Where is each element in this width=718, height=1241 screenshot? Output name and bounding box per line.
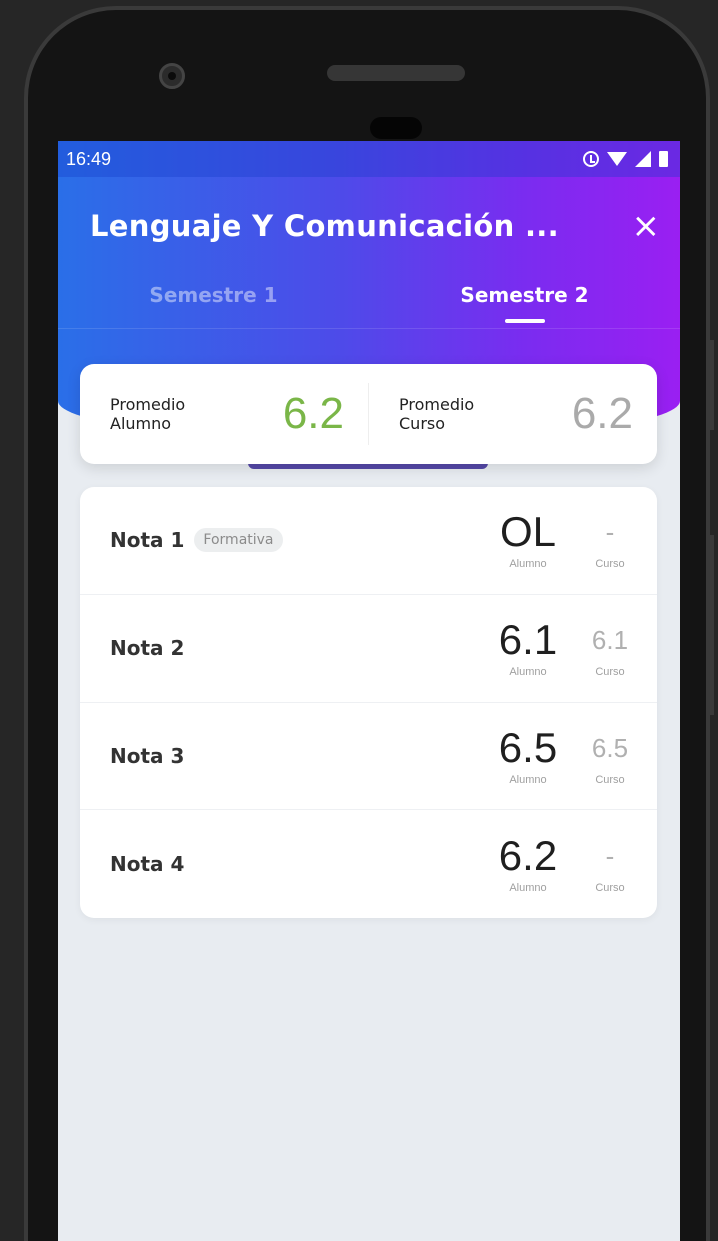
course-grade-value: 6.1 bbox=[591, 625, 629, 656]
grades-list: Nota 1 Formativa OL Alumno - Curso Nota … bbox=[80, 487, 657, 918]
volume-button bbox=[710, 340, 714, 430]
grade-row[interactable]: Nota 3 6.5 Alumno 6.5 Curso bbox=[80, 703, 657, 811]
course-grade: - Curso bbox=[585, 834, 635, 894]
grade-row[interactable]: Nota 1 Formativa OL Alumno - Curso bbox=[80, 487, 657, 595]
tabs-divider bbox=[58, 328, 680, 329]
label-line: Promedio bbox=[399, 395, 475, 414]
student-average-label: Promedio Alumno bbox=[110, 395, 185, 433]
student-average-value: 6.2 bbox=[282, 389, 344, 438]
earpiece-speaker bbox=[327, 65, 465, 81]
tab-label: Semestre 1 bbox=[149, 283, 278, 307]
grade-label: Nota 4 bbox=[110, 852, 185, 877]
grade-label: Nota 3 bbox=[110, 743, 185, 768]
status-bar: 16:49 bbox=[58, 141, 680, 177]
student-grade: 6.5 Alumno bbox=[483, 723, 573, 786]
tab-label: Semestre 2 bbox=[460, 283, 589, 307]
student-grade-caption: Alumno bbox=[509, 666, 547, 679]
course-grade: 6.5 Curso bbox=[585, 726, 635, 786]
grade-name: Nota 2 bbox=[110, 636, 184, 660]
label-line: Alumno bbox=[110, 414, 172, 433]
course-grade: - Curso bbox=[585, 510, 635, 570]
grade-name: Nota 4 bbox=[110, 852, 184, 876]
proximity-sensor bbox=[370, 117, 422, 139]
grade-row[interactable]: Nota 4 6.2 Alumno - Curso bbox=[80, 810, 657, 918]
label-line: Promedio bbox=[110, 395, 186, 414]
status-time: 16:49 bbox=[66, 148, 112, 169]
front-camera bbox=[159, 63, 185, 89]
grade-row[interactable]: Nota 2 6.1 Alumno 6.1 Curso bbox=[80, 595, 657, 703]
grade-name: Nota 3 bbox=[110, 744, 184, 768]
student-grade-caption: Alumno bbox=[509, 558, 547, 571]
header-bar: Lenguaje Y Comunicación ... × bbox=[90, 201, 660, 251]
course-average: Promedio Curso 6.2 bbox=[369, 364, 657, 464]
page-title: Lenguaje Y Comunicación ... bbox=[90, 209, 559, 243]
semester-tabs: Semestre 1 Semestre 2 bbox=[58, 279, 680, 329]
student-grade-caption: Alumno bbox=[509, 773, 547, 786]
grade-label: Nota 2 bbox=[110, 636, 185, 661]
course-grade-caption: Curso bbox=[595, 666, 625, 679]
student-grade-caption: Alumno bbox=[509, 882, 547, 895]
student-grade-value: 6.1 bbox=[498, 616, 558, 664]
grade-name: Nota 1 Formativa bbox=[110, 528, 283, 553]
grade-label: Nota 1 bbox=[110, 528, 185, 553]
student-grade-value: OL bbox=[499, 508, 557, 556]
course-average-value: 6.2 bbox=[571, 389, 633, 438]
app-screen: 16:49 Lenguaje Y Comunicación ... × Seme… bbox=[58, 141, 680, 1241]
course-grade-caption: Curso bbox=[595, 882, 625, 895]
formative-badge: Formativa bbox=[194, 528, 283, 553]
student-grade: 6.1 Alumno bbox=[483, 616, 573, 679]
course-grade-value: - bbox=[605, 517, 615, 548]
averages-card: Promedio Alumno 6.2 Promedio Curso 6.2 bbox=[80, 364, 657, 464]
battery-icon bbox=[659, 151, 668, 167]
alarm-icon bbox=[583, 151, 599, 167]
course-grade: 6.1 Curso bbox=[585, 618, 635, 678]
label-line: Curso bbox=[399, 414, 446, 433]
active-tab-indicator bbox=[504, 319, 545, 323]
student-grade: OL Alumno bbox=[483, 508, 573, 571]
course-grade-value: 6.5 bbox=[591, 732, 629, 763]
power-button bbox=[710, 535, 714, 715]
wifi-icon bbox=[607, 152, 627, 166]
course-grade-caption: Curso bbox=[595, 558, 625, 571]
course-average-label: Promedio Curso bbox=[399, 395, 474, 433]
student-grade-value: 6.5 bbox=[498, 723, 558, 771]
tab-semestre-1[interactable]: Semestre 1 bbox=[58, 279, 369, 329]
close-icon[interactable]: × bbox=[632, 209, 661, 243]
course-grade-value: - bbox=[605, 841, 615, 872]
student-grade-value: 6.2 bbox=[498, 832, 558, 880]
signal-icon bbox=[635, 151, 651, 167]
status-icons bbox=[583, 151, 668, 167]
student-average: Promedio Alumno 6.2 bbox=[80, 364, 368, 464]
course-grade-caption: Curso bbox=[595, 773, 625, 786]
student-grade: 6.2 Alumno bbox=[483, 832, 573, 895]
tab-semestre-2[interactable]: Semestre 2 bbox=[369, 279, 680, 329]
